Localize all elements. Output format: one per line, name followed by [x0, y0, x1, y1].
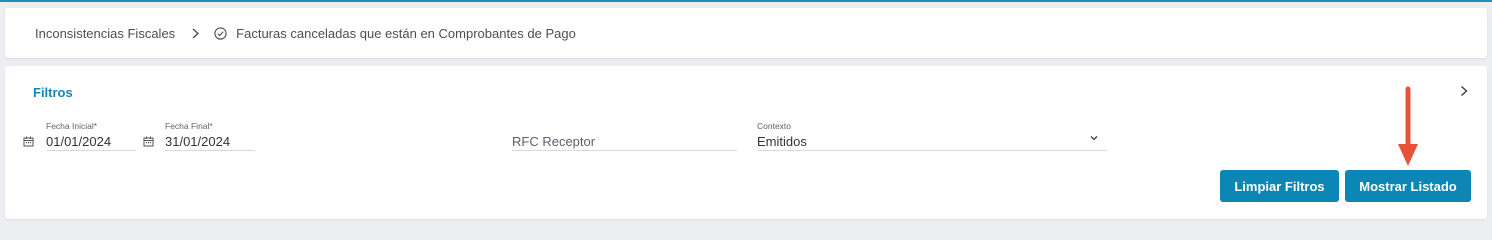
- field-underline: [165, 150, 255, 151]
- fecha-inicial-label: Fecha Inicial*: [46, 121, 98, 131]
- calendar-icon[interactable]: [143, 136, 154, 147]
- fecha-inicial-value[interactable]: 01/01/2024: [46, 134, 111, 149]
- fecha-final-value[interactable]: 31/01/2024: [165, 134, 230, 149]
- breadcrumb-card: Inconsistencias Fiscales Facturas cancel…: [5, 8, 1487, 58]
- field-underline: [46, 150, 136, 151]
- fecha-final-label: Fecha Final*: [165, 121, 213, 131]
- chevron-down-icon[interactable]: [1089, 134, 1099, 142]
- rfc-receptor-placeholder[interactable]: RFC Receptor: [512, 134, 595, 149]
- filters-card: Filtros Fecha Inicial* 01/01/2024 Fecha …: [5, 66, 1487, 219]
- top-accent-line: [0, 0, 1492, 2]
- filters-title[interactable]: Filtros: [33, 85, 73, 100]
- breadcrumb-root[interactable]: Inconsistencias Fiscales: [35, 26, 175, 41]
- fecha-final-field[interactable]: Fecha Final* 31/01/2024: [165, 121, 255, 151]
- contexto-select[interactable]: Contexto Emitidos: [757, 121, 1107, 151]
- field-underline: [512, 150, 737, 151]
- breadcrumb-current: Facturas canceladas que están en Comprob…: [236, 26, 576, 41]
- clear-filters-button[interactable]: Limpiar Filtros: [1220, 170, 1339, 202]
- check-circle-icon: [214, 27, 227, 40]
- calendar-icon[interactable]: [23, 136, 34, 147]
- contexto-label: Contexto: [757, 121, 792, 131]
- contexto-value[interactable]: Emitidos: [757, 134, 807, 149]
- show-list-button[interactable]: Mostrar Listado: [1345, 170, 1471, 202]
- breadcrumb: Inconsistencias Fiscales Facturas cancel…: [35, 26, 576, 41]
- rfc-receptor-field[interactable]: RFC Receptor: [512, 121, 737, 151]
- fecha-inicial-field[interactable]: Fecha Inicial* 01/01/2024: [46, 121, 136, 151]
- expand-chevron-icon[interactable]: [1459, 85, 1469, 97]
- field-underline: [757, 150, 1107, 151]
- chevron-right-icon: [192, 28, 200, 39]
- annotation-arrow-icon: [1398, 86, 1418, 166]
